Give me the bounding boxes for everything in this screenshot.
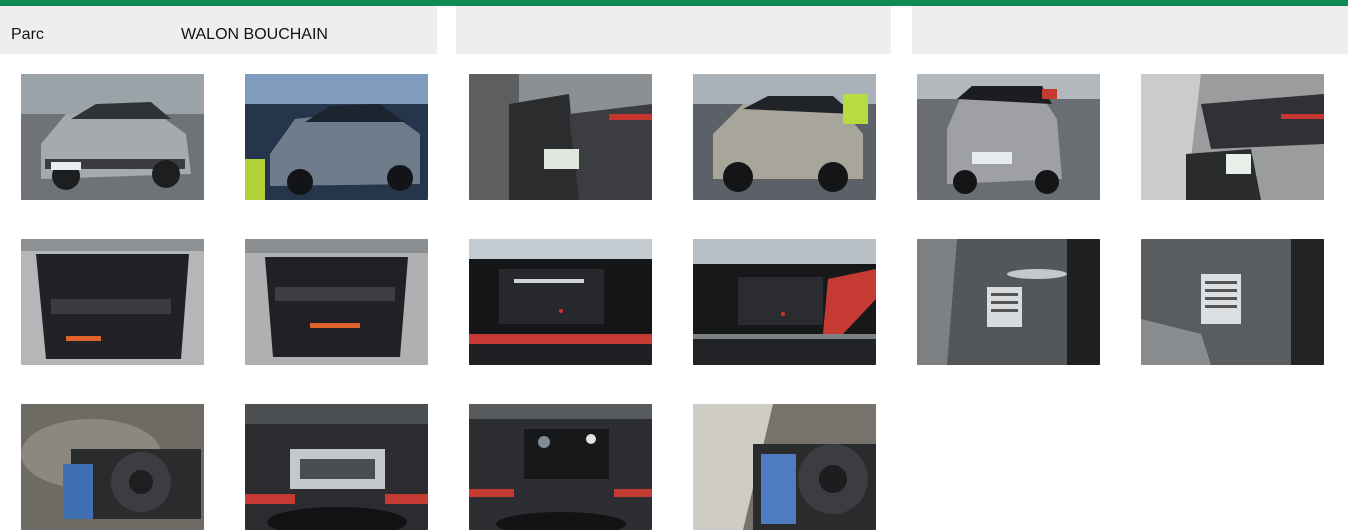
vehicle-photo-front-left[interactable] bbox=[21, 74, 204, 200]
vehicle-photo-door-label[interactable] bbox=[917, 239, 1100, 365]
parc-value: WALON BOUCHAIN bbox=[181, 26, 328, 43]
vehicle-photo-interior-passenger[interactable] bbox=[1141, 74, 1324, 200]
vehicle-photo-door-label-2[interactable] bbox=[1141, 239, 1324, 365]
header-panel-parc: Parc WALON BOUCHAIN bbox=[0, 6, 437, 54]
header-panel-empty-2 bbox=[912, 6, 1348, 54]
vehicle-photo-front[interactable] bbox=[245, 74, 428, 200]
vehicle-photo-rear-right[interactable] bbox=[693, 74, 876, 200]
vehicle-photo-front-seats[interactable] bbox=[469, 74, 652, 200]
header-panel-empty-1 bbox=[456, 6, 891, 54]
vehicle-photo-instrument-cluster[interactable] bbox=[245, 404, 428, 530]
parc-label: Parc bbox=[11, 26, 44, 43]
vehicle-photo-spare-wheel[interactable] bbox=[21, 404, 204, 530]
vehicle-photo-spare-wheel-2[interactable] bbox=[693, 404, 876, 530]
vehicle-photo-infotainment-2[interactable] bbox=[693, 239, 876, 365]
vehicle-photo-infotainment[interactable] bbox=[469, 239, 652, 365]
vehicle-photo-rear[interactable] bbox=[917, 74, 1100, 200]
vehicle-photo-instrument-cluster-2[interactable] bbox=[469, 404, 652, 530]
vehicle-photo-trunk-2[interactable] bbox=[245, 239, 428, 365]
vehicle-photo-trunk[interactable] bbox=[21, 239, 204, 365]
